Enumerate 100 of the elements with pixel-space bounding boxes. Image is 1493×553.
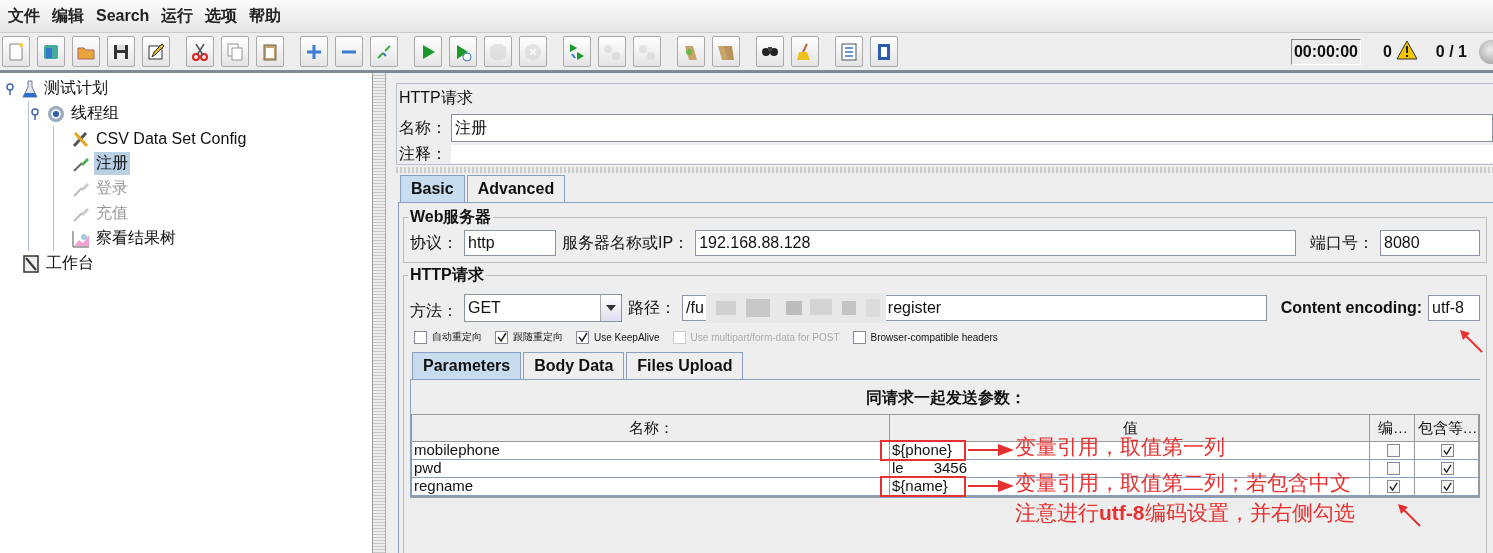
tab[interactable]: Basic	[400, 175, 465, 202]
menu-item[interactable]: 文件	[2, 3, 46, 29]
annotation-arrow	[1458, 328, 1484, 354]
group-title: HTTP请求	[408, 265, 486, 286]
clipboard-icon	[22, 254, 40, 273]
column-header[interactable]: 包含等…	[1415, 415, 1479, 441]
editor-title: HTTP请求	[399, 87, 474, 108]
gear-icon	[47, 104, 65, 123]
copy-button[interactable]	[221, 36, 249, 67]
field-label: Content encoding:	[1280, 299, 1422, 317]
splitter[interactable]	[373, 73, 386, 553]
cut-button[interactable]	[186, 36, 214, 67]
field-label: 服务器名称或IP：	[562, 232, 690, 253]
name-field[interactable]: 注册	[451, 114, 1493, 142]
field-label: 注释：	[399, 143, 447, 164]
remote-start-button[interactable]	[563, 36, 591, 67]
checkbox[interactable]	[1441, 480, 1454, 493]
menu-item[interactable]: 帮助	[243, 3, 288, 29]
play-button[interactable]	[414, 36, 442, 67]
table-cell: mobilephone	[412, 442, 890, 459]
field-label: 名称：	[399, 117, 447, 138]
cell-text: 3456	[933, 460, 968, 477]
cut-icon	[190, 41, 210, 62]
tree-item[interactable]: 察看结果树	[94, 227, 178, 250]
minus-icon	[341, 48, 357, 55]
checkbox[interactable]	[1386, 444, 1400, 457]
cell-text: le	[892, 460, 904, 477]
folder-button[interactable]	[72, 36, 100, 67]
minus-button[interactable]	[335, 36, 363, 67]
expand-handle-icon[interactable]	[29, 107, 41, 120]
checkbox-label: 跟随重定向	[513, 330, 563, 344]
status-indicator-icon	[1479, 39, 1493, 64]
checkbox[interactable]	[1386, 480, 1400, 493]
menu-item[interactable]: Search	[90, 5, 156, 27]
pencil-icon	[146, 41, 166, 62]
table-cell: pwd	[412, 460, 890, 477]
binoculars-icon	[761, 46, 779, 57]
annotation-arrow	[1396, 502, 1422, 528]
annotation-text: 注意进行utf-8编码设置，并右侧勾选	[1015, 500, 1355, 526]
new-file-button[interactable]	[2, 36, 30, 67]
tab[interactable]: Advanced	[466, 175, 566, 202]
annotation-arrow	[968, 443, 1014, 457]
tree-item[interactable]: CSV Data Set Config	[94, 128, 249, 149]
tree-item[interactable]: 注册	[94, 152, 130, 175]
field-label: 路径：	[628, 297, 676, 318]
checkbox[interactable]	[852, 330, 866, 344]
field-label: 方法：	[410, 301, 458, 321]
expand-handle-icon[interactable]	[4, 82, 16, 95]
table-cell: regname	[412, 478, 890, 495]
pencil-button[interactable]	[142, 36, 170, 67]
annotation-arrow	[968, 479, 1014, 493]
method-dropdown[interactable]: GET	[464, 294, 622, 322]
sweep-button[interactable]	[791, 36, 819, 67]
checkbox[interactable]	[1441, 462, 1454, 475]
tree-item[interactable]: 测试计划	[42, 77, 110, 100]
plus-button[interactable]	[300, 36, 328, 67]
chart-icon	[72, 229, 90, 248]
checkbox[interactable]	[576, 330, 589, 344]
copy-icon	[225, 41, 245, 62]
save-button[interactable]	[107, 36, 135, 67]
stop-icon	[488, 41, 508, 62]
menu-item[interactable]: 选项	[199, 3, 244, 29]
cell-text: ${name}	[892, 478, 948, 495]
checkbox-label: 自动重定向	[432, 330, 482, 344]
checkbox[interactable]	[414, 330, 427, 344]
tree-item[interactable]: 工作台	[44, 252, 96, 275]
flask-icon	[22, 79, 38, 98]
thread-count: 0 / 1	[1435, 42, 1467, 61]
encoding-field[interactable]: utf-8	[1428, 295, 1480, 321]
checkbox[interactable]	[1441, 444, 1454, 457]
tab[interactable]: Files Upload	[626, 352, 744, 379]
tab[interactable]: Parameters	[412, 352, 522, 379]
checkbox[interactable]	[495, 330, 508, 344]
checkbox[interactable]	[1386, 462, 1400, 475]
paste-icon	[260, 41, 280, 62]
column-header[interactable]: 名称：	[412, 415, 890, 441]
field-label: 端口号：	[1310, 232, 1374, 253]
cell-text: ${phone}	[892, 442, 953, 459]
protocol-field[interactable]: http	[464, 230, 556, 256]
menu-item[interactable]: 运行	[155, 3, 200, 29]
tree-item[interactable]: 线程组	[69, 102, 121, 125]
port-field[interactable]: 8080	[1380, 230, 1480, 256]
checkbox-label: Browser-compatible headers	[870, 331, 998, 343]
tab[interactable]: Body Data	[523, 352, 625, 379]
list-button[interactable]	[835, 36, 863, 67]
new-file-icon	[6, 41, 26, 62]
warning-count: 0	[1382, 42, 1392, 61]
comment-field[interactable]	[451, 145, 1493, 163]
list-icon	[839, 41, 859, 62]
tools-icon	[72, 129, 90, 148]
elapsed-timer: 00:00:00	[1290, 38, 1361, 65]
paste-button[interactable]	[256, 36, 284, 67]
annotation-text: 变量引用，取值第二列；若包含中文	[1015, 470, 1352, 496]
menu-item[interactable]: 编辑	[46, 3, 90, 29]
server-field[interactable]: 192.168.88.128	[695, 230, 1296, 256]
binoculars-button[interactable]	[756, 36, 784, 67]
checkbox-label: Use KeepAlive	[594, 331, 660, 343]
column-header[interactable]: 编…	[1370, 415, 1415, 441]
path-field[interactable]: /fu register	[682, 295, 1267, 321]
play-no-pause-button[interactable]	[449, 36, 477, 67]
